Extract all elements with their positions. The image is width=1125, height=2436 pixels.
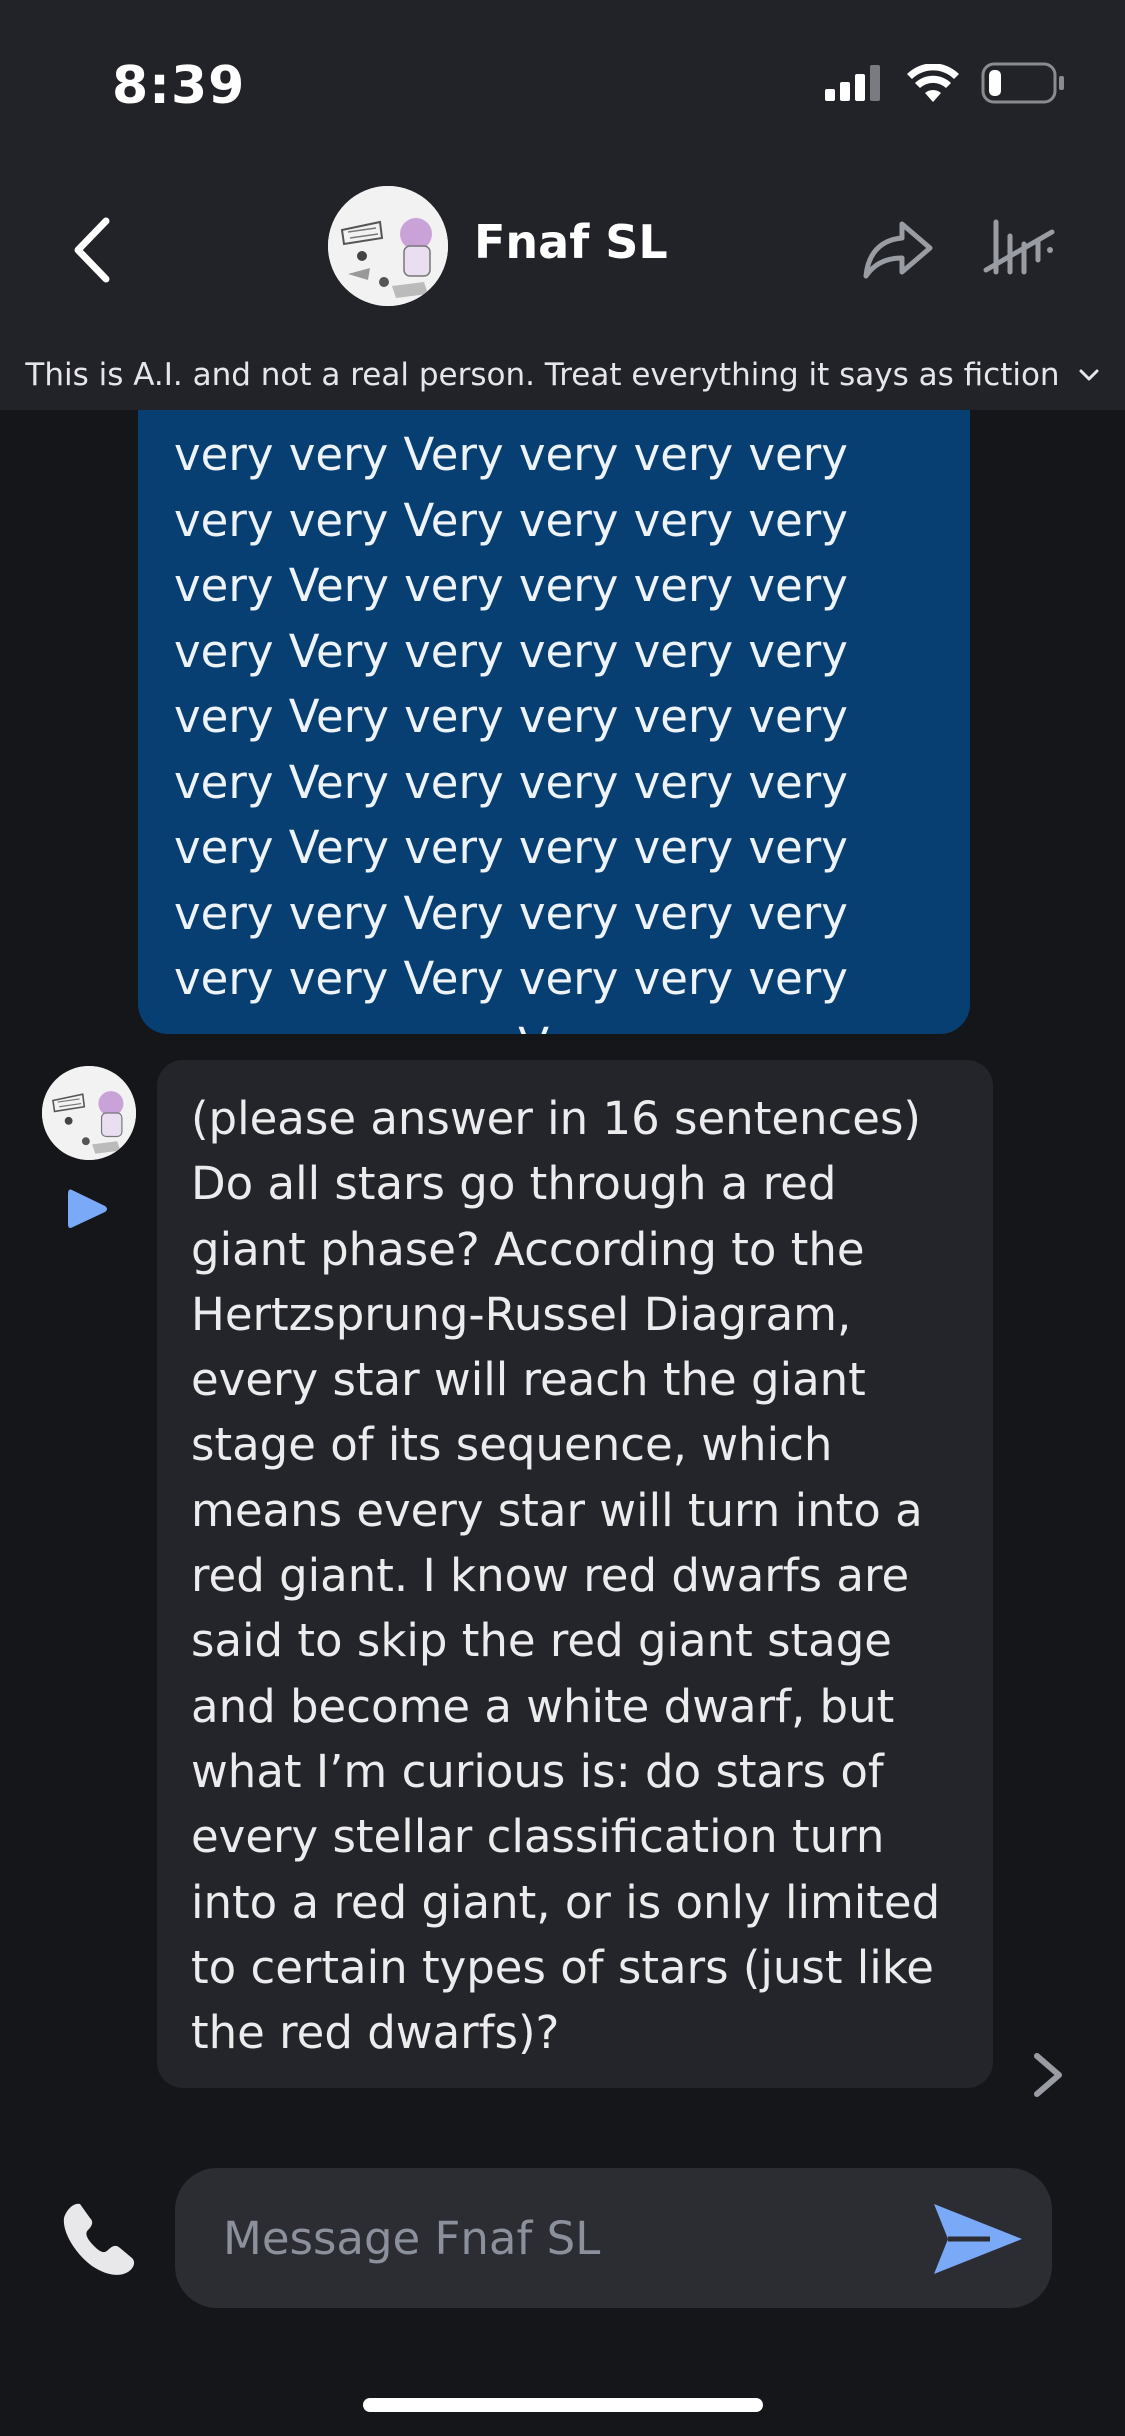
phone-icon — [63, 2203, 135, 2275]
play-icon — [68, 1189, 107, 1228]
status-time: 8:39 — [112, 56, 246, 116]
bot-avatar[interactable] — [42, 1066, 136, 1160]
share-arrow-icon — [863, 221, 933, 279]
chevron-right-icon — [1034, 2053, 1062, 2097]
send-icon — [934, 2204, 1022, 2274]
message-input[interactable] — [223, 2202, 903, 2274]
user-message-bubble[interactable]: very very Very very very very very very … — [138, 350, 970, 1034]
bot-message-text: (please answer in 16 sentences) Do all s… — [191, 1092, 941, 2060]
play-voice-button[interactable] — [66, 1186, 110, 1232]
back-button[interactable] — [62, 210, 122, 290]
send-button[interactable] — [930, 2198, 1026, 2280]
battery-icon — [981, 62, 1064, 104]
home-indicator[interactable] — [363, 2398, 763, 2412]
back-chevron-icon — [74, 217, 110, 283]
chat-screen: 8:39 Fnaf SL very very Very very very ve… — [0, 0, 1125, 2436]
tally-button[interactable] — [982, 210, 1062, 290]
bot-message-bubble[interactable]: (please answer in 16 sentences) Do all s… — [157, 1060, 993, 2088]
avatar-image — [328, 186, 448, 306]
call-button[interactable] — [58, 2198, 140, 2280]
character-name[interactable]: Fnaf SL — [474, 215, 668, 269]
message-composer — [175, 2168, 1052, 2308]
cellular-signal-icon — [825, 65, 880, 101]
battery-fill — [989, 70, 1001, 96]
user-message-text: very very Very very very very very very … — [174, 428, 848, 1034]
tally-bars-icon — [983, 219, 1055, 275]
disclaimer-text: This is A.I. and not a real person. Trea… — [25, 357, 1060, 393]
chevron-down-icon — [1079, 369, 1099, 381]
top-bar: 8:39 Fnaf SL — [0, 0, 1125, 340]
status-icons — [825, 62, 1065, 104]
bot-avatar-image — [42, 1066, 136, 1160]
share-button[interactable] — [858, 210, 938, 290]
ai-disclaimer[interactable]: This is A.I. and not a real person. Trea… — [0, 340, 1125, 410]
avatar[interactable] — [328, 186, 448, 306]
next-response-button[interactable] — [1025, 2050, 1071, 2100]
wifi-icon — [907, 64, 959, 102]
